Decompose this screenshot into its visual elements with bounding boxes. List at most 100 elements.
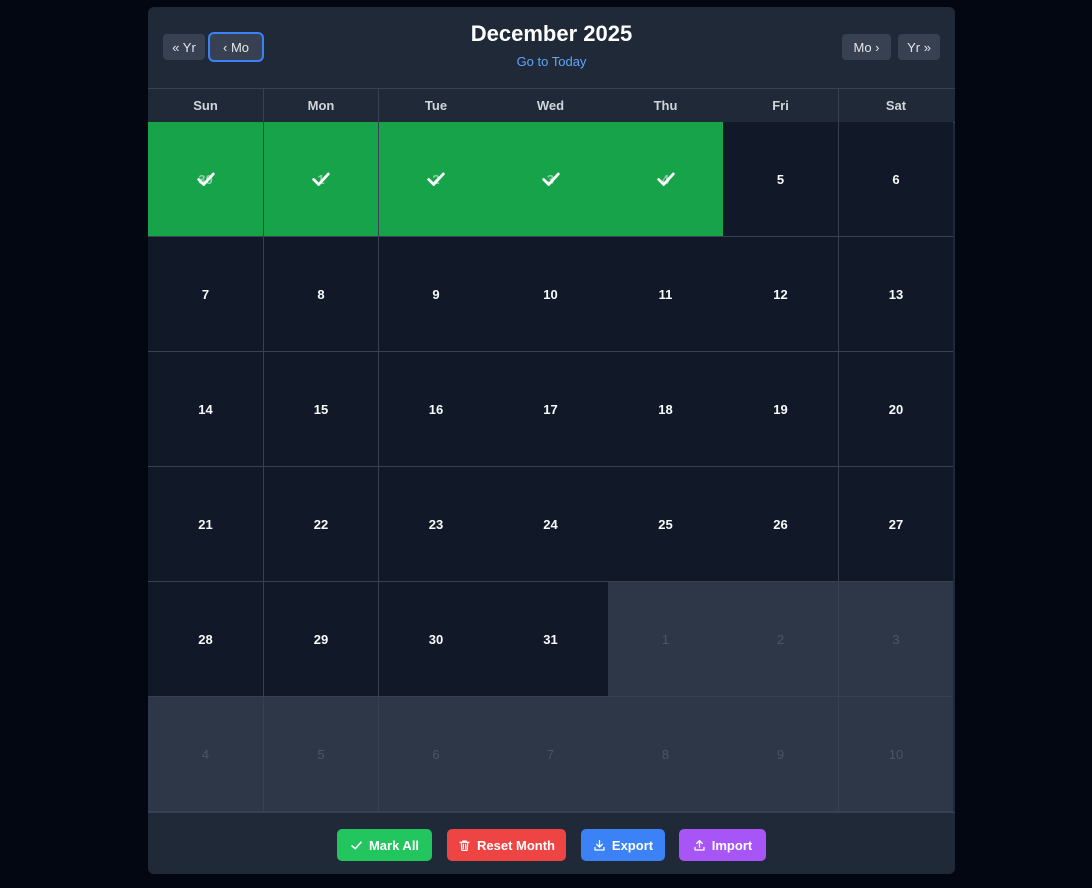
weekday-header-row: Sun Mon Tue Wed Thu Fri Sat [148, 88, 955, 123]
day-cell[interactable]: 15 [263, 352, 378, 467]
day-number: 30 [428, 631, 444, 647]
day-number: 18 [658, 401, 673, 417]
day-number: 19 [773, 401, 788, 417]
day-cell[interactable]: 6 [378, 697, 493, 812]
day-cell[interactable]: 4 [148, 697, 263, 812]
day-cell[interactable]: 25 [608, 467, 723, 582]
day-cell[interactable]: 20 [838, 352, 953, 467]
day-cell[interactable]: 21 [148, 467, 263, 582]
day-cell[interactable]: 8 [608, 697, 723, 812]
day-number: 8 [661, 746, 670, 762]
day-cell[interactable]: 10 [493, 237, 608, 352]
day-grid: 30 1 2 3 4 5 6 7 8 9 10 11 12 13 14 15 16 17 18 19 20 21 22 23 2… [148, 122, 955, 812]
day-number: 23 [428, 516, 444, 532]
day-cell[interactable]: 5 [723, 122, 838, 237]
day-number: 16 [428, 401, 444, 417]
day-number: 9 [432, 286, 440, 302]
day-cell[interactable]: 24 [493, 467, 608, 582]
day-cell[interactable]: 30 [148, 122, 263, 237]
day-cell[interactable]: 26 [723, 467, 838, 582]
day-number: 11 [658, 286, 673, 302]
day-cell[interactable]: 7 [493, 697, 608, 812]
day-number: 6 [892, 171, 900, 187]
day-cell[interactable]: 9 [378, 237, 493, 352]
go-to-today-link[interactable]: Go to Today [148, 54, 955, 69]
day-cell[interactable]: 12 [723, 237, 838, 352]
day-number: 26 [773, 516, 788, 532]
day-cell[interactable]: 6 [838, 122, 953, 237]
day-cell[interactable]: 10 [838, 697, 953, 812]
day-number: 14 [198, 401, 213, 417]
download-icon [594, 839, 605, 851]
weekday-sat: Sat [838, 89, 953, 122]
day-cell[interactable]: 18 [608, 352, 723, 467]
day-number: 15 [313, 401, 329, 417]
weekday-wed: Wed [536, 98, 565, 113]
mark-all-button[interactable]: Mark All [337, 829, 432, 861]
day-number: 21 [198, 516, 213, 532]
day-number: 24 [543, 516, 558, 532]
day-cell[interactable]: 11 [608, 237, 723, 352]
day-cell[interactable]: 2 [723, 582, 838, 697]
day-number: 28 [198, 631, 213, 647]
day-cell[interactable]: 19 [723, 352, 838, 467]
day-number: 5 [317, 746, 325, 762]
day-cell[interactable]: 30 [378, 582, 493, 697]
day-number: 20 [888, 401, 904, 417]
month-title: December 2025 [470, 21, 633, 46]
day-number: 27 [888, 516, 904, 532]
day-number: 3 [892, 631, 900, 647]
day-cell[interactable]: 14 [148, 352, 263, 467]
weekday-fri: Fri [772, 98, 789, 113]
calendar-panel: « Yr ‹ Mo December 2025 Go to Today Mo ›… [148, 7, 955, 874]
day-number: 13 [888, 286, 904, 302]
checkmark-icon [656, 172, 675, 186]
day-cell[interactable]: 5 [263, 697, 378, 812]
checkmark-icon [427, 172, 445, 186]
day-number: 25 [658, 516, 673, 532]
day-number: 10 [543, 286, 558, 302]
weekday-sun: Sun [193, 98, 218, 113]
action-bar: Mark All Reset Month Export Import [148, 812, 955, 874]
trash-icon [459, 839, 470, 851]
day-cell[interactable]: 16 [378, 352, 493, 467]
day-cell[interactable]: 23 [378, 467, 493, 582]
day-cell[interactable]: 8 [263, 237, 378, 352]
day-cell[interactable]: 29 [263, 582, 378, 697]
reset-month-button[interactable]: Reset Month [447, 829, 566, 861]
day-cell[interactable]: 2 [378, 122, 493, 237]
day-number: 31 [543, 631, 558, 647]
day-cell[interactable]: 7 [148, 237, 263, 352]
day-number: 6 [432, 746, 440, 762]
day-cell[interactable]: 1 [263, 122, 378, 237]
import-button[interactable]: Import [679, 829, 766, 861]
day-cell[interactable]: 9 [723, 697, 838, 812]
day-cell[interactable]: 1 [608, 582, 723, 697]
day-cell[interactable]: 4 [608, 122, 723, 237]
day-cell[interactable]: 3 [838, 582, 953, 697]
day-cell[interactable]: 22 [263, 467, 378, 582]
day-number: 7 [546, 746, 555, 762]
day-cell[interactable]: 31 [493, 582, 608, 697]
weekday-mon: Mon [263, 89, 378, 122]
day-number: 7 [201, 286, 210, 302]
day-cell[interactable]: 28 [148, 582, 263, 697]
reset-month-label: Reset Month [477, 837, 555, 853]
mark-all-label: Mark All [368, 837, 420, 853]
day-cell[interactable]: 27 [838, 467, 953, 582]
next-month-button[interactable]: Mo › [842, 34, 891, 60]
next-year-button[interactable]: Yr » [898, 34, 940, 60]
day-number: 8 [317, 286, 325, 302]
upload-icon [694, 839, 705, 851]
day-cell[interactable]: 17 [493, 352, 608, 467]
weekday-thu: Thu [653, 98, 678, 113]
check-icon [351, 840, 362, 850]
checkmark-icon [541, 172, 560, 186]
day-cell[interactable]: 13 [838, 237, 953, 352]
calendar-header: « Yr ‹ Mo December 2025 Go to Today Mo ›… [148, 7, 955, 88]
day-number: 10 [888, 746, 904, 762]
checkmark-icon [312, 172, 330, 186]
day-cell[interactable]: 3 [493, 122, 608, 237]
day-number: 4 [201, 746, 210, 762]
export-button[interactable]: Export [581, 829, 665, 861]
